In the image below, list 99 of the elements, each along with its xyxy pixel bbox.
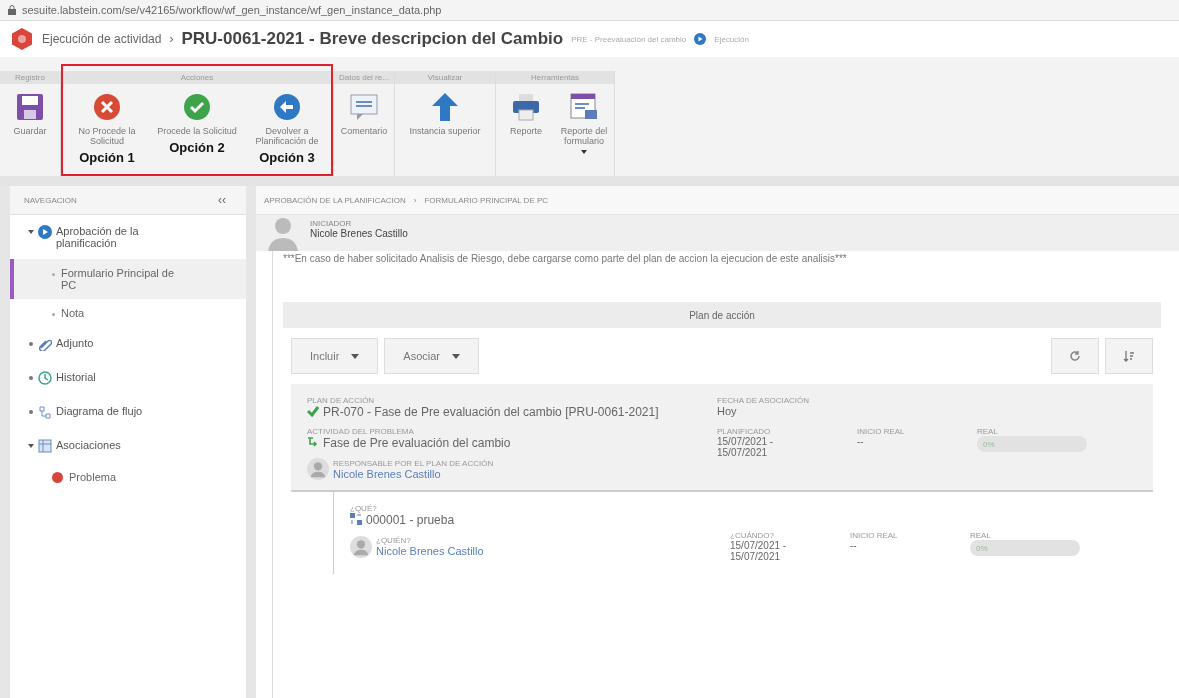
check-icon	[182, 92, 212, 122]
field-label: REAL	[977, 427, 999, 436]
option-annotation: Opción 1	[79, 150, 135, 165]
dropdown-button[interactable]: Incluir	[291, 338, 379, 374]
expanded-icon[interactable]	[28, 443, 34, 449]
expanded-icon[interactable]	[28, 229, 34, 235]
initiator-label: INICIADOR	[310, 219, 353, 228]
field-label: REAL	[970, 531, 992, 540]
ribbon-group-label: Datos del re...	[334, 71, 394, 84]
task-icon	[350, 513, 362, 525]
table-icon	[38, 439, 52, 453]
ribbon-group-label: Registro	[0, 71, 60, 84]
field-label: ¿QUÉ?	[350, 504, 378, 513]
sidebar-title: NAVEGACION	[24, 195, 77, 205]
ribbon-button[interactable]: Devolver a Planificación de	[243, 88, 331, 150]
window-title: PRU-0061-2021 - Breve descripcion del Cambio	[181, 29, 564, 49]
ribbon-button[interactable]: Reporte del formulario	[556, 88, 612, 158]
paperclip-icon	[38, 337, 52, 351]
bullet-icon[interactable]	[28, 409, 34, 415]
tree-item[interactable]: Aprobación de la planificación	[56, 225, 176, 249]
breadcrumb-separator: ›	[413, 195, 417, 205]
ribbon-group-label: Herramientas	[496, 71, 614, 84]
person-link[interactable]: Nicole Brenes Castillo	[376, 545, 484, 557]
activity-text: PRE - Preevaluación del cambio	[571, 34, 687, 44]
ribbon-button[interactable]: Comentario	[336, 88, 392, 140]
check-icon	[307, 405, 319, 417]
panel-title: Plan de acción	[283, 302, 1161, 328]
tree-item[interactable]: Formulario Principal de PC	[61, 267, 181, 291]
hexagon-icon	[10, 27, 34, 51]
form-report-icon	[569, 92, 599, 122]
field-label: ¿QUIÉN?	[376, 536, 412, 545]
lock-icon	[8, 5, 16, 15]
play-icon	[38, 225, 52, 239]
caret-icon	[351, 353, 360, 359]
ribbon-button[interactable]: Instancia superior	[397, 88, 493, 140]
breadcrumb-item[interactable]: FORMULARIO PRINCIPAL DE PC	[424, 195, 549, 205]
avatar-icon	[307, 458, 329, 480]
option-annotation: Opción 2	[169, 140, 225, 155]
bullet-icon	[52, 313, 55, 316]
tree-child-row[interactable]: Formulario Principal de PC	[10, 259, 246, 299]
field-label: ACTIVIDAD DEL PROBLEMA	[307, 427, 415, 436]
field-label: INICIO REAL	[857, 427, 906, 436]
avatar-icon	[350, 535, 372, 558]
tree-item[interactable]: Problema	[69, 471, 189, 483]
ribbon-group-label: Visualizar	[395, 71, 495, 84]
refresh-button[interactable]	[1051, 338, 1099, 374]
breadcrumb-item[interactable]: APROBACIÓN DE LA PLANIFICACION	[264, 195, 406, 205]
person-icon	[266, 215, 300, 251]
field-label: INICIO REAL	[850, 531, 899, 540]
refresh-icon	[1069, 350, 1081, 362]
cancel-icon	[92, 92, 122, 122]
field-label: PLAN DE ACCIÓN	[307, 396, 376, 405]
field-value: --	[857, 436, 864, 447]
sort-icon	[1123, 350, 1135, 362]
field-value: Fase de Pre evaluación del cambio	[323, 436, 511, 450]
field-value: Hoy	[717, 405, 737, 417]
initiator-name: Nicole Brenes Castillo	[310, 228, 408, 239]
person-link[interactable]: Nicole Brenes Castillo	[333, 467, 441, 480]
printer-icon	[511, 92, 541, 122]
note-text: ***En caso de haber solicitado Analisis de Riesgo, debe cargarse como parte del plan de accion la ejecucion de este analisis***	[283, 253, 848, 264]
field-value: PR-070 - Fase de Pre evaluación del cambio [PRU-0061-2021]	[323, 405, 659, 419]
tree-child-row[interactable]: Nota	[10, 299, 246, 327]
section-text[interactable]: Ejecución de actividad	[42, 32, 162, 46]
field-value: 15/07/2021 - 15/07/2021	[717, 436, 775, 458]
history-icon	[38, 371, 52, 385]
up-arrow-icon	[430, 92, 460, 122]
dropdown-button[interactable]: Asociar	[384, 338, 480, 374]
ribbon-button[interactable]: Reporte	[498, 88, 554, 140]
tree-item[interactable]: Diagrama de flujo	[56, 405, 176, 417]
status-icon	[694, 33, 707, 45]
tree-child-row[interactable]: Problema	[10, 463, 246, 491]
option-annotation: Opción 3	[259, 150, 315, 165]
field-label: FECHA DE ASOCIACIÓN	[717, 396, 811, 405]
flowchart-icon	[307, 436, 319, 448]
tree-item[interactable]: Adjunto	[56, 337, 176, 349]
ribbon-button[interactable]: No Procede la Solicitud	[63, 88, 151, 150]
bullet-icon	[52, 273, 55, 276]
flowchart-icon	[38, 405, 52, 419]
collapse-button[interactable]: ‹‹	[212, 192, 232, 208]
field-value: 15/07/2021 - 15/07/2021	[730, 540, 788, 562]
tree-item[interactable]: Asociaciones	[56, 439, 176, 451]
bullet-icon[interactable]	[28, 341, 34, 347]
status-text: Ejecución	[714, 34, 749, 44]
ribbon-button[interactable]: Procede la Solicitud	[153, 88, 241, 140]
sort-button[interactable]	[1105, 338, 1153, 374]
comment-icon	[349, 92, 379, 122]
field-value: 000001 - prueba	[366, 513, 455, 527]
ribbon-button[interactable]: Guardar	[2, 88, 58, 140]
field-value: --	[850, 540, 857, 551]
caret-icon	[452, 353, 461, 359]
field-label: PLANIFICADO	[717, 427, 772, 436]
field-label: RESPONSABLE POR EL PLAN DE ACCIÓN	[333, 458, 494, 468]
caret-icon	[581, 150, 587, 154]
ribbon-group-label: Acciones	[61, 71, 333, 84]
bullet-icon[interactable]	[28, 375, 34, 381]
separator-text: ›	[169, 32, 174, 46]
field-label: ¿CUÁNDO?	[730, 531, 775, 540]
tree-item[interactable]: Nota	[61, 307, 181, 319]
tree-item[interactable]: Historial	[56, 371, 176, 383]
